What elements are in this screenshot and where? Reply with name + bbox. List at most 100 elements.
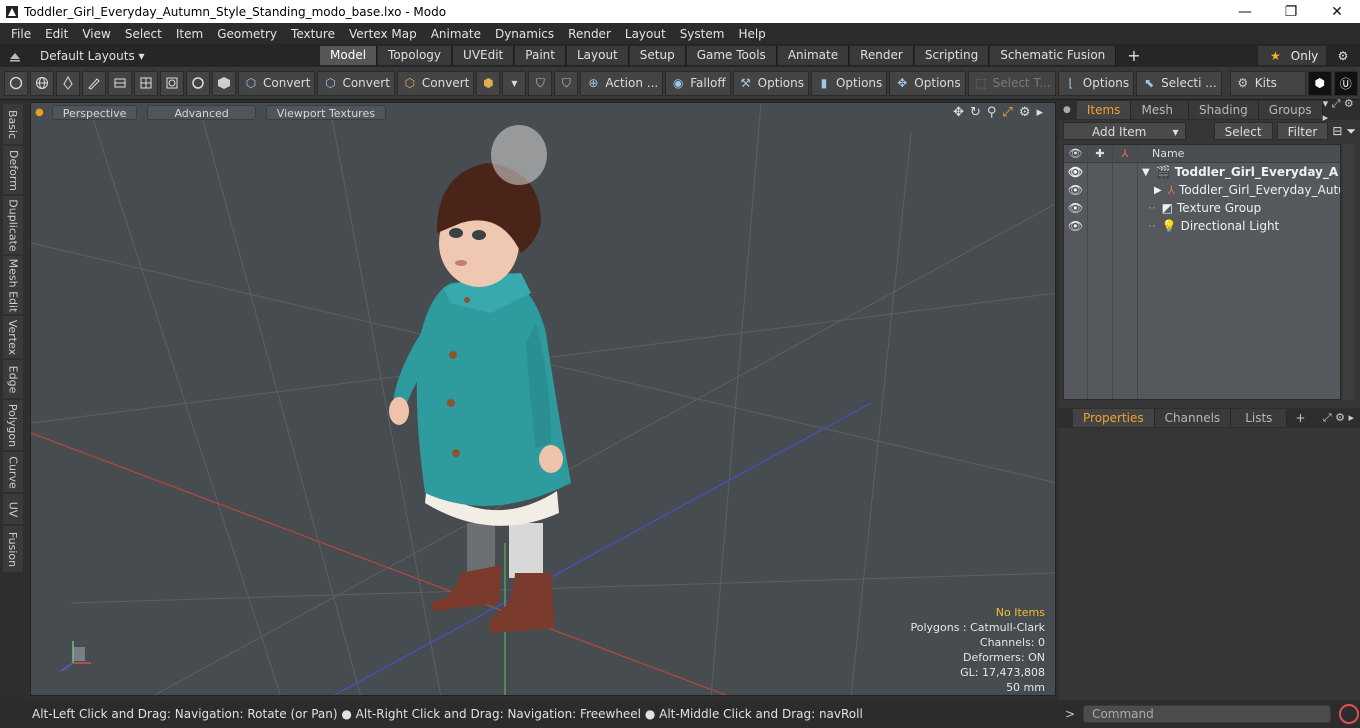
tree-row-directional-light[interactable]: 👁 ·· 💡 Directional Light (1064, 217, 1340, 235)
viewport-menu-dot-icon[interactable]: ● (35, 107, 44, 118)
tab-uvedit[interactable]: UVEdit (453, 46, 515, 65)
eye-icon[interactable]: 👁 (1064, 199, 1088, 217)
tree-row-texture-group[interactable]: 👁 ·· ◩ Texture Group (1064, 199, 1340, 217)
tab-basic[interactable]: Basic (3, 104, 23, 144)
tab-edge[interactable]: Edge (3, 360, 23, 398)
tab-shading[interactable]: Shading (1189, 101, 1259, 119)
menu-animate[interactable]: Animate (424, 27, 488, 41)
brush-tool-button[interactable] (82, 70, 106, 96)
tab-schematic-fusion[interactable]: Schematic Fusion (990, 46, 1117, 65)
symmetry-button[interactable]: ⛉ (528, 70, 553, 96)
edges-mode-button[interactable] (108, 70, 132, 96)
gear-icon[interactable]: ⚙ (1326, 49, 1360, 63)
tab-channels[interactable]: Channels (1154, 409, 1232, 427)
menu-dynamics[interactable]: Dynamics (488, 27, 561, 41)
tab-scripting[interactable]: Scripting (914, 46, 990, 65)
zoom-icon[interactable]: ⚲ (987, 105, 997, 120)
tab-mesh-edit[interactable]: Mesh Edit (3, 256, 23, 314)
tab-layout[interactable]: Layout (566, 46, 629, 65)
kits-button[interactable]: ⚙ Kits (1229, 70, 1306, 96)
tab-polygon[interactable]: Polygon (3, 400, 23, 450)
tree-row-mesh[interactable]: 👁 ▶ ⅄ Toddler_Girl_Everyday_Autu... (1064, 181, 1340, 199)
tab-properties[interactable]: Properties (1073, 409, 1155, 427)
only-toggle[interactable]: ★ Only (1258, 46, 1326, 65)
viewport-gear-icon[interactable]: ⚙ (1019, 105, 1031, 120)
tab-deform[interactable]: Deform (3, 146, 23, 194)
unity-button[interactable]: ⬢ (1307, 70, 1332, 96)
tab-duplicate[interactable]: Duplicate (3, 196, 23, 254)
funnel-icon[interactable]: ⏷ (1346, 124, 1356, 139)
tab-paint[interactable]: Paint (515, 46, 566, 65)
menu-view[interactable]: View (75, 27, 117, 41)
pan-icon[interactable]: ✥ (953, 105, 964, 120)
convert-button-1[interactable]: ⬡ Convert (238, 70, 316, 96)
vertices-mode-button[interactable] (4, 70, 28, 96)
tab-curve[interactable]: Curve (3, 452, 23, 492)
panel-dot-icon[interactable]: ● (1063, 105, 1071, 115)
name-column-header[interactable]: Name (1138, 147, 1340, 160)
items-mode-button[interactable] (160, 70, 184, 96)
command-input[interactable]: Command (1083, 705, 1332, 723)
menu-item[interactable]: Item (169, 27, 210, 41)
menu-select[interactable]: Select (118, 27, 169, 41)
default-layouts-dropdown[interactable]: Default Layouts ▾ (0, 49, 320, 63)
tab-groups[interactable]: Groups (1258, 101, 1323, 119)
minimize-button[interactable]: — (1222, 4, 1268, 20)
add-layout-tab-button[interactable]: + (1117, 46, 1150, 65)
tab-render[interactable]: Render (850, 46, 914, 65)
convert-button-3[interactable]: ⬡ Convert (396, 70, 475, 96)
tab-lists[interactable]: Lists (1231, 409, 1288, 427)
collapse-icon[interactable]: ⊟ (1332, 124, 1342, 138)
menu-render[interactable]: Render (561, 27, 618, 41)
convert-button-2[interactable]: ⬡ Convert (317, 70, 395, 96)
rotate-icon[interactable]: ↻ (970, 105, 981, 120)
snap-cube-button[interactable]: ⬢ (476, 70, 501, 96)
perspective-dropdown[interactable]: Perspective (51, 104, 138, 120)
tab-mesh[interactable]: Mesh ... (1131, 101, 1190, 135)
menu-geometry[interactable]: Geometry (210, 27, 284, 41)
tab-vertex[interactable]: Vertex (3, 316, 23, 358)
eye-icon[interactable]: 👁 (1064, 163, 1088, 181)
menu-vertex-map[interactable]: Vertex Map (342, 27, 424, 41)
symmetry-2-button[interactable]: ⛉ (554, 70, 579, 96)
polygons-mode-button[interactable] (134, 70, 158, 96)
properties-options-icon[interactable]: ⤢ ⚙ ▸ (1323, 411, 1360, 425)
expand-arrow-icon[interactable]: ▼ (1142, 167, 1150, 178)
select-button[interactable]: Select (1213, 122, 1273, 140)
collapsed-arrow-icon[interactable]: ▶ (1154, 185, 1162, 196)
options-button-4[interactable]: ⌊ Options (1057, 70, 1135, 96)
close-button[interactable]: ✕ (1314, 4, 1360, 20)
tab-uv[interactable]: UV (3, 494, 23, 524)
tab-model[interactable]: Model (320, 46, 378, 65)
pen-tool-button[interactable] (56, 70, 80, 96)
tab-animate[interactable]: Animate (777, 46, 850, 65)
maximize-button[interactable]: ❐ (1268, 4, 1314, 20)
maximize-viewport-icon[interactable]: ⤢ (1002, 105, 1012, 120)
options-button-1[interactable]: ⚒ Options (732, 70, 809, 96)
falloff-button[interactable]: ◉ Falloff (665, 70, 731, 96)
options-button-2[interactable]: ▮ Options (810, 70, 888, 96)
options-button-3[interactable]: ✥ Options (889, 70, 966, 96)
select-through-button[interactable]: ⬚ Select T... (967, 70, 1056, 96)
tab-topology[interactable]: Topology (378, 46, 453, 65)
tab-setup[interactable]: Setup (629, 46, 686, 65)
items-scrollbar[interactable] (1343, 144, 1355, 400)
eye-icon[interactable]: 👁 (1064, 217, 1088, 235)
panel-options-icon[interactable]: ▾ ⤢ ⚙ ▸ (1323, 97, 1360, 124)
dropdown-arrow-button[interactable]: ▾ (502, 70, 527, 96)
menu-edit[interactable]: Edit (38, 27, 75, 41)
3d-viewport[interactable]: ● Perspective Advanced Viewport Textures… (30, 102, 1056, 696)
command-history-icon[interactable] (1339, 704, 1360, 724)
menu-layout[interactable]: Layout (618, 27, 673, 41)
viewport-textures-dropdown[interactable]: Viewport Textures (265, 104, 386, 120)
add-item-dropdown[interactable]: Add Item ▾ (1063, 122, 1186, 140)
unreal-button[interactable]: Ⓤ (1333, 70, 1358, 96)
tab-items[interactable]: Items (1076, 101, 1132, 119)
tab-game-tools[interactable]: Game Tools (686, 46, 777, 65)
materials-mode-button[interactable] (186, 70, 210, 96)
selection-button[interactable]: ⬉ Selecti ... (1136, 70, 1222, 96)
filter-button[interactable]: Filter (1276, 122, 1329, 140)
action-center-button[interactable]: ⊕ Action ... (580, 70, 664, 96)
menu-system[interactable]: System (673, 27, 732, 41)
tree-row-scene[interactable]: 👁 ▼ 🎬 Toddler_Girl_Everyday_A ... (1064, 163, 1340, 181)
